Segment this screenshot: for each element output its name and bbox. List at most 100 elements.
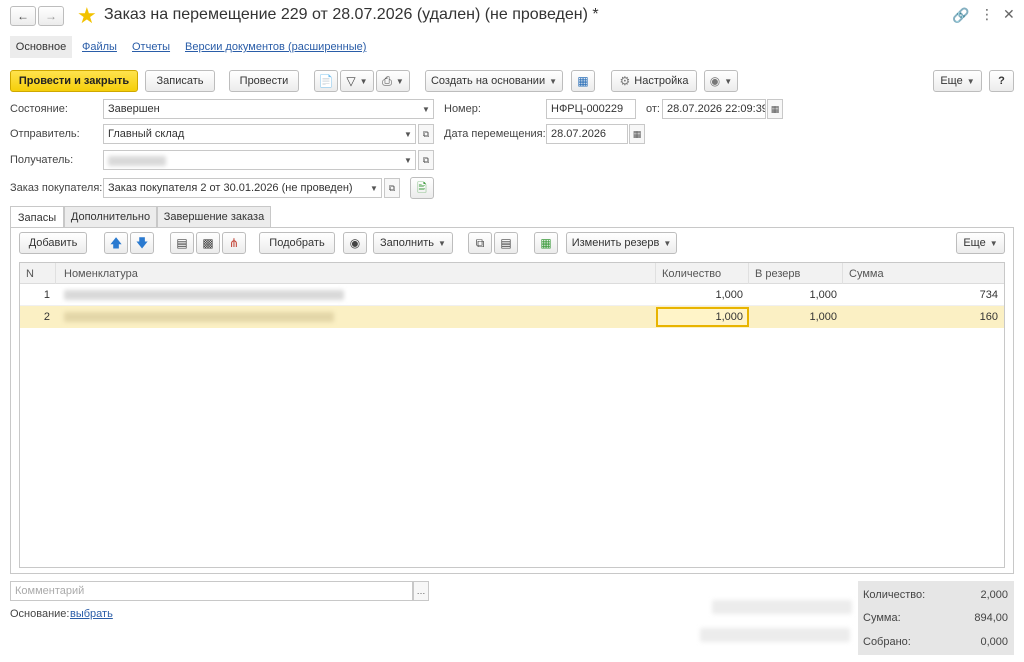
- chevron-down-icon[interactable]: ▼: [401, 151, 415, 169]
- copy-rows-button[interactable]: ⧉: [468, 232, 492, 254]
- row-reserve[interactable]: 1,000: [749, 284, 837, 306]
- arrow-down-icon: 🡇: [135, 236, 149, 250]
- table-more-button[interactable]: Еще ▼: [956, 232, 1005, 254]
- recipient-field[interactable]: ▼: [103, 150, 416, 170]
- change-reserve-button[interactable]: Изменить резерв ▼: [566, 232, 677, 254]
- total-collected-label: Собрано:: [863, 636, 911, 648]
- row-reserve[interactable]: 1,000: [749, 306, 837, 328]
- chevron-down-icon: ▼: [724, 76, 733, 86]
- status-label: Состояние:: [10, 103, 68, 115]
- nav-tab-versions[interactable]: Версии документов (расширенные): [185, 41, 366, 53]
- column-header-reserve[interactable]: В резерв: [749, 263, 843, 284]
- chevron-down-icon: ▼: [395, 76, 404, 86]
- arrow-up-icon: 🡅: [109, 236, 123, 250]
- nav-tab-files[interactable]: Файлы: [82, 41, 117, 53]
- row-sum[interactable]: 160: [843, 306, 998, 328]
- doc-date-calendar-button[interactable]: ▦: [767, 99, 783, 119]
- status-field[interactable]: Завершен ▼: [103, 99, 434, 119]
- basis-label: Основание:: [10, 608, 70, 620]
- open-icon: ⧉: [422, 154, 430, 165]
- tab-additional[interactable]: Дополнительно: [64, 206, 157, 227]
- pick-button[interactable]: Подобрать: [259, 232, 335, 254]
- customer-order-open-button[interactable]: ⧉: [384, 178, 400, 198]
- comment-field[interactable]: Комментарий: [10, 581, 413, 601]
- total-sum-value: 894,00: [974, 612, 1008, 624]
- move-down-button[interactable]: 🡇: [130, 232, 154, 254]
- post-and-close-button[interactable]: Провести и закрыть: [10, 70, 138, 92]
- arrow-right-icon: →: [45, 9, 57, 23]
- move-date-field[interactable]: 28.07.2026: [546, 124, 628, 144]
- reserve-icon-button[interactable]: ▦: [534, 232, 558, 254]
- move-date-calendar-button[interactable]: ▦: [629, 124, 645, 144]
- fill-button[interactable]: Заполнить ▼: [373, 232, 453, 254]
- settings-button[interactable]: ⚙ Настройка: [611, 70, 697, 92]
- filter-button[interactable]: ▽ ▼: [340, 70, 374, 92]
- column-header-n[interactable]: N: [20, 263, 56, 284]
- add-button[interactable]: Добавить: [19, 232, 87, 254]
- sender-field[interactable]: Главный склад ▼: [103, 124, 416, 144]
- ellipsis-icon: …: [416, 586, 426, 596]
- calendar-icon: ▦: [770, 103, 780, 114]
- sender-open-button[interactable]: ⧉: [418, 124, 434, 144]
- paste-rows-button[interactable]: ▤: [494, 232, 518, 254]
- move-up-button[interactable]: 🡅: [104, 232, 128, 254]
- tab-order-completion[interactable]: Завершение заказа: [157, 206, 271, 227]
- barcode-icon: ▤: [176, 236, 188, 250]
- doc-date-field[interactable]: 28.07.2026 22:09:39: [662, 99, 766, 119]
- tab-stocks[interactable]: Запасы: [10, 206, 64, 228]
- number-label: Номер:: [444, 103, 481, 115]
- open-icon: ⧉: [388, 182, 396, 193]
- close-icon[interactable]: ✕: [1003, 6, 1015, 23]
- column-header-quantity[interactable]: Количество: [656, 263, 749, 284]
- row-number: 2: [43, 311, 50, 323]
- structure-icon: ▦: [577, 74, 589, 88]
- comment-expand-button[interactable]: …: [413, 581, 429, 601]
- gear-icon: ⚙: [619, 74, 631, 88]
- create-based-on-button[interactable]: Создать на основании ▼: [425, 70, 563, 92]
- recipient-open-button[interactable]: ⧉: [418, 150, 434, 170]
- document-icon-button[interactable]: 📄: [314, 70, 338, 92]
- column-header-sum[interactable]: Сумма: [843, 263, 1004, 284]
- redacted-area: [700, 628, 850, 642]
- chevron-down-icon[interactable]: ▼: [419, 100, 433, 118]
- back-button[interactable]: ←: [10, 6, 36, 26]
- window-title: Заказ на перемещение 229 от 28.07.2026 (…: [104, 6, 599, 23]
- total-sum-label: Сумма:: [863, 612, 901, 624]
- barcode-button[interactable]: ▤: [170, 232, 194, 254]
- number-field[interactable]: НФРЦ-000229: [546, 99, 636, 119]
- print-button[interactable]: ⎙ ▼: [376, 70, 410, 92]
- column-header-item[interactable]: Номенклатура: [56, 263, 656, 284]
- nav-tab-main[interactable]: Основное: [10, 36, 72, 58]
- chevron-down-icon[interactable]: ▼: [401, 125, 415, 143]
- customer-order-field[interactable]: Заказ покупателя 2 от 30.01.2026 (не про…: [103, 178, 382, 198]
- row-sum[interactable]: 734: [843, 284, 998, 306]
- favorite-star-icon[interactable]: ★: [77, 3, 97, 29]
- basis-select-link[interactable]: выбрать: [70, 608, 113, 620]
- forward-button[interactable]: →: [38, 6, 64, 26]
- row-quantity[interactable]: 1,000: [656, 284, 743, 306]
- structure-button[interactable]: ▦: [571, 70, 595, 92]
- help-button[interactable]: ?: [989, 70, 1014, 92]
- total-collected-value: 0,000: [980, 636, 1008, 648]
- document-arrow-icon: 🖹: [417, 181, 427, 195]
- link-icon[interactable]: 🔗: [952, 7, 969, 24]
- split-button[interactable]: ⋔: [222, 232, 246, 254]
- chevron-down-icon[interactable]: ▼: [367, 179, 381, 197]
- global-actions-button[interactable]: ◉ ▼: [704, 70, 738, 92]
- item-name-redacted: [64, 290, 344, 300]
- chevron-down-icon: ▼: [663, 238, 672, 248]
- copy-icon: ⧉: [475, 236, 485, 250]
- row-quantity-active-cell[interactable]: 1,000: [656, 307, 749, 327]
- more-button[interactable]: Еще ▼: [933, 70, 982, 92]
- customer-order-action-button[interactable]: 🖹: [410, 177, 434, 199]
- calendar-icon: ▦: [632, 128, 642, 139]
- more-vertical-icon[interactable]: ⋮: [980, 6, 994, 23]
- post-button[interactable]: Провести: [229, 70, 299, 92]
- globe-icon: ◉: [709, 74, 721, 88]
- scan-button[interactable]: ▩: [196, 232, 220, 254]
- save-button[interactable]: Записать: [145, 70, 215, 92]
- move-date-label: Дата перемещения:: [444, 128, 546, 140]
- nav-tab-reports[interactable]: Отчеты: [132, 41, 170, 53]
- paste-icon: ▤: [500, 236, 512, 250]
- view-button[interactable]: ◉: [343, 232, 367, 254]
